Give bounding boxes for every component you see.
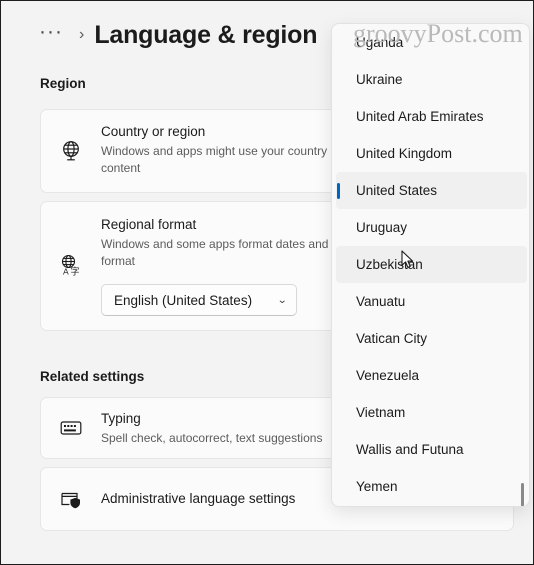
country-or-region-dropdown[interactable]: Uganda Ukraine United Arab Emirates United … — [331, 23, 530, 507]
dropdown-item-label: United Kingdom — [356, 146, 453, 161]
dropdown-item-label: Vanuatu — [356, 294, 406, 309]
country-list: Uganda Ukraine United Arab Emirates United … — [332, 24, 529, 505]
dropdown-item[interactable]: Wallis and Futuna — [336, 431, 527, 468]
dropdown-item[interactable]: United Arab Emirates — [336, 98, 527, 135]
keyboard-icon — [41, 398, 101, 458]
section-heading-related-settings: Related settings — [40, 369, 145, 384]
dropdown-item[interactable]: Ukraine — [336, 61, 527, 98]
dropdown-item-label: Uganda — [356, 35, 404, 50]
globe-icon — [41, 110, 101, 192]
dropdown-item-label: Venezuela — [356, 368, 420, 383]
dropdown-item-label: United States — [356, 183, 438, 198]
dropdown-item-label: Uzbekistan — [356, 257, 423, 272]
card-title-administrative-language-settings: Administrative language settings — [101, 491, 296, 507]
breadcrumb-chevron-right-icon: › — [78, 26, 85, 43]
section-heading-region: Region — [40, 76, 86, 91]
dropdown-item[interactable]: Yemen — [336, 468, 527, 505]
svg-text:A: A — [63, 267, 69, 277]
dropdown-item-label: Yemen — [356, 479, 398, 494]
dropdown-item[interactable]: Vietnam — [336, 394, 527, 431]
window-shield-icon — [41, 468, 101, 530]
dropdown-item[interactable]: United States — [336, 172, 527, 209]
dropdown-item-label: Wallis and Futuna — [356, 442, 464, 457]
dropdown-item-label: Uruguay — [356, 220, 408, 235]
dropdown-item-label: Vatican City — [356, 331, 428, 346]
translate-globe-icon: A 字 — [41, 202, 101, 330]
dropdown-item[interactable]: Venezuela — [336, 357, 527, 394]
page-header: ··· › Language & region — [39, 13, 318, 57]
dropdown-item[interactable]: Uganda — [336, 24, 527, 61]
dropdown-item-label: Ukraine — [356, 72, 403, 87]
settings-window: ··· › Language & region Region Country o… — [0, 0, 534, 565]
dropdown-item[interactable]: Vatican City — [336, 320, 527, 357]
page-title: Language & region — [94, 20, 318, 49]
regional-format-combobox[interactable]: English (United States) ⌄ — [101, 284, 297, 317]
breadcrumb-overflow-button[interactable]: ··· — [39, 21, 63, 50]
dropdown-item[interactable]: United Kingdom — [336, 135, 527, 172]
dropdown-item-label: United Arab Emirates — [356, 109, 484, 124]
dropdown-item-label: Vietnam — [356, 405, 406, 420]
dropdown-scrollbar-thumb[interactable] — [521, 483, 524, 506]
chevron-down-icon: ⌄ — [276, 294, 288, 306]
svg-text:字: 字 — [71, 266, 80, 278]
regional-format-combobox-value: English (United States) — [114, 292, 253, 308]
dropdown-item[interactable]: Vanuatu — [336, 283, 527, 320]
dropdown-scrollbar[interactable] — [520, 28, 526, 506]
dropdown-item[interactable]: Uruguay — [336, 209, 527, 246]
dropdown-item[interactable]: Uzbekistan — [336, 246, 527, 283]
